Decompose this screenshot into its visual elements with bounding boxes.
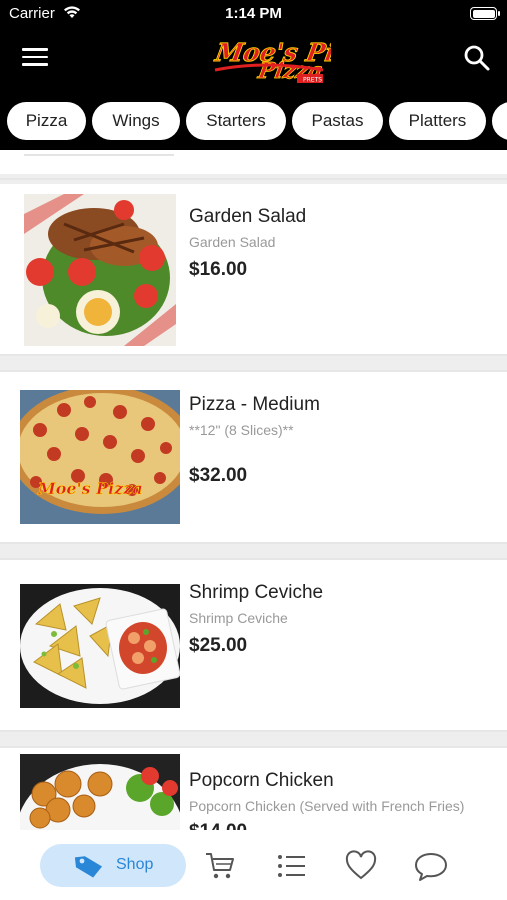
bottom-tab-bar: Shop (0, 830, 507, 900)
tab-chat[interactable] (414, 850, 447, 882)
svg-text:Moe's Pizza: Moe's Pizza (37, 479, 143, 498)
product-description: Popcorn Chicken (Served with French Frie… (189, 798, 465, 814)
product-description: **12" (8 Slices)** (189, 422, 294, 438)
category-chip-partial[interactable] (492, 102, 507, 140)
product-price: $14.00 (189, 821, 247, 830)
top-navbar: Moe's Pizza Pizza PRETS (0, 28, 507, 92)
moes-pizza-logo: Moe's Pizza Pizza PRETS (212, 37, 331, 85)
tab-favorites[interactable] (345, 850, 377, 882)
category-chip-pastas[interactable]: Pastas (292, 102, 383, 140)
chat-icon (415, 853, 447, 881)
hamburger-menu-icon (22, 48, 48, 66)
product-description: Shrimp Ceviche (189, 610, 288, 626)
category-chip-wings[interactable]: Wings (92, 102, 180, 140)
search-button[interactable] (463, 44, 491, 72)
product-description: Garden Salad (189, 234, 276, 250)
product-card-pizza-medium[interactable]: Moe's Pizza Pizza - Medium **12" (8 Slic… (0, 372, 507, 542)
battery-icon (470, 7, 500, 20)
category-chips: Pizza Wings Starters Pastas Platters (0, 92, 507, 150)
product-card-shrimp-ceviche[interactable]: Shrimp Ceviche Shrimp Ceviche $25.00 (0, 560, 507, 730)
partial-card (0, 150, 507, 174)
status-bar: Carrier 1:14 PM (0, 0, 507, 28)
product-price: $32.00 (189, 465, 248, 486)
product-list[interactable]: Garden Salad Garden Salad $16.00 Moe's P… (0, 150, 507, 830)
pizza-medium-image: Moe's Pizza (20, 390, 180, 524)
list-icon (278, 855, 305, 877)
product-name: Popcorn Chicken (189, 770, 334, 791)
product-price: $16.00 (189, 259, 248, 280)
shrimp-ceviche-image (20, 584, 180, 708)
svg-text:PRETS: PRETS (303, 77, 322, 84)
product-name: Garden Salad (189, 206, 307, 227)
category-chip-starters[interactable]: Starters (186, 102, 286, 140)
tag-icon (74, 856, 103, 878)
category-chip-pizza[interactable]: Pizza (7, 102, 86, 140)
popcorn-chicken-image (20, 754, 180, 830)
product-price: $25.00 (189, 635, 248, 656)
tab-shop-label: Shop (116, 856, 154, 873)
product-name: Pizza - Medium (189, 394, 320, 415)
tab-orders[interactable] (276, 850, 308, 882)
search-icon (464, 45, 490, 71)
tab-cart[interactable] (204, 850, 236, 882)
product-card-popcorn-chicken[interactable]: Popcorn Chicken Popcorn Chicken (Served … (0, 748, 507, 830)
heart-icon (345, 850, 377, 880)
category-chip-platters[interactable]: Platters (389, 102, 486, 140)
menu-button[interactable] (22, 48, 48, 70)
garden-salad-image (24, 194, 176, 346)
tab-shop[interactable]: Shop (40, 844, 186, 887)
product-card-garden-salad[interactable]: Garden Salad Garden Salad $16.00 (0, 184, 507, 354)
clock-time: 1:14 PM (225, 5, 282, 22)
cart-icon (206, 853, 234, 879)
product-name: Shrimp Ceviche (189, 582, 324, 603)
